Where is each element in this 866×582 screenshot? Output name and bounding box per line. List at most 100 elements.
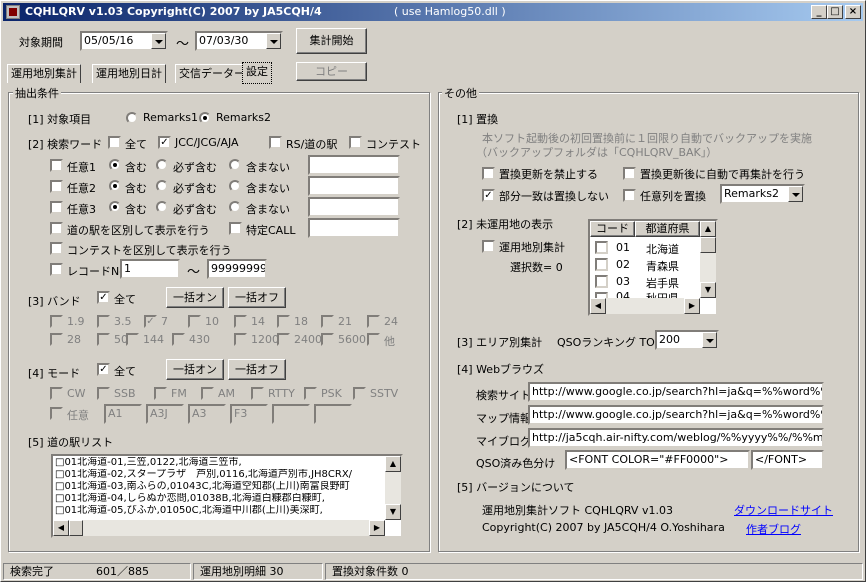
tab-qso-data[interactable]: 交信データー xyxy=(175,64,249,83)
chevron-down-icon[interactable] xyxy=(702,332,717,348)
list-item[interactable]: □01北海道-02,スタープラザ 芦別,0116,北海道芦別市,JH8CRX/ xyxy=(55,469,383,481)
row-checkbox[interactable] xyxy=(595,275,608,288)
map-info-input[interactable]: http://www.google.co.jp/search?hl=ja&q=%… xyxy=(528,405,824,425)
row-checkbox[interactable] xyxy=(595,241,608,254)
michi-sep-checkbox[interactable] xyxy=(50,222,63,235)
mode-any-input[interactable]: A3 xyxy=(188,404,226,424)
scroll-thumb[interactable] xyxy=(700,237,716,253)
font-close-input[interactable]: </FONT> xyxy=(751,450,824,470)
start-button[interactable]: 集計開始 xyxy=(296,28,367,54)
partial-checkbox[interactable]: ✓ xyxy=(482,189,495,202)
band-checkbox[interactable] xyxy=(234,333,247,346)
any1-checkbox[interactable] xyxy=(50,159,63,172)
band-checkbox[interactable] xyxy=(234,315,247,328)
scroll-down-icon[interactable]: ▼ xyxy=(385,504,401,520)
contest-sep-checkbox[interactable] xyxy=(50,242,63,255)
band-checkbox[interactable]: ✓ xyxy=(144,315,157,328)
auto-recalc-checkbox[interactable] xyxy=(623,167,636,180)
prefecture-hscrollbar[interactable]: ◀ ▶ xyxy=(590,298,700,314)
download-site-link[interactable]: ダウンロードサイト xyxy=(734,502,833,518)
mode-any-checkbox[interactable] xyxy=(50,407,63,420)
prefecture-list[interactable]: コード 都道府県 01 北海道 02 青森県 03 岩手県 04 秋田県 ▲ ▼ xyxy=(588,219,718,316)
column-select[interactable]: Remarks2 xyxy=(720,184,805,204)
band-checkbox[interactable] xyxy=(97,315,110,328)
scroll-left-icon[interactable]: ◀ xyxy=(53,520,69,536)
band-checkbox[interactable] xyxy=(321,315,334,328)
list-item[interactable]: □01北海道-05,びふか,01050C,北海道中川郡(上川)美深町, xyxy=(55,505,383,517)
scroll-right-icon[interactable]: ▶ xyxy=(684,298,700,314)
call-checkbox[interactable] xyxy=(229,222,242,235)
band-all-checkbox[interactable]: ✓ xyxy=(97,291,110,304)
date-from-select[interactable]: 05/05/16 xyxy=(80,31,168,51)
band-checkbox[interactable] xyxy=(367,333,380,346)
column-header-pref[interactable]: 都道府県 xyxy=(635,221,700,237)
mode-checkbox[interactable] xyxy=(201,387,214,400)
mode-any-input[interactable]: A1 xyxy=(104,404,142,424)
any2-include-radio[interactable] xyxy=(109,180,121,192)
list-item[interactable]: □01北海道-03,南ふらの,01043C,北海道空知郡(上川)南富良野町 xyxy=(55,481,383,493)
any1-include-radio[interactable] xyxy=(109,159,121,171)
my-blog-input[interactable]: http://ja5cqh.air-nifty.com/weblog/%%yyy… xyxy=(528,428,824,448)
record-to-input[interactable]: 99999999 xyxy=(207,259,267,279)
michi-vscrollbar[interactable]: ▲ ▼ xyxy=(385,456,401,520)
column-replace-checkbox[interactable] xyxy=(623,189,636,202)
michi-hscrollbar[interactable]: ◀ ▶ xyxy=(53,520,385,536)
scroll-left-icon[interactable]: ◀ xyxy=(590,298,606,314)
any2-must-radio[interactable] xyxy=(156,180,168,192)
mode-checkbox[interactable] xyxy=(304,387,317,400)
qso-ranking-select[interactable]: 200 xyxy=(655,330,719,350)
remarks1-radio[interactable] xyxy=(126,112,138,124)
tab-area-summary[interactable]: 運用地別集計 xyxy=(7,64,81,83)
michi-listbox[interactable]: □01北海道-01,三笠,0122,北海道三笠市, □01北海道-02,スタープ… xyxy=(51,454,403,538)
band-checkbox[interactable] xyxy=(50,333,63,346)
mode-any-input[interactable] xyxy=(272,404,310,424)
minimize-icon[interactable]: _ xyxy=(811,5,827,19)
copy-button[interactable]: コピー xyxy=(296,62,367,81)
unused-summary-checkbox[interactable] xyxy=(482,240,495,253)
mode-on-button[interactable]: 一括オン xyxy=(166,359,224,380)
record-checkbox[interactable] xyxy=(50,263,63,276)
contest-checkbox[interactable] xyxy=(349,136,362,149)
search-all-checkbox[interactable] xyxy=(108,136,121,149)
rs-checkbox[interactable] xyxy=(269,136,282,149)
band-checkbox[interactable] xyxy=(277,333,290,346)
any3-include-radio[interactable] xyxy=(109,201,121,213)
author-blog-link[interactable]: 作者ブログ xyxy=(746,521,801,537)
any2-exclude-radio[interactable] xyxy=(229,180,241,192)
record-from-input[interactable]: 1 xyxy=(120,259,180,279)
chevron-down-icon[interactable] xyxy=(266,33,281,49)
search-site-input[interactable]: http://www.google.co.jp/search?hl=ja&q=%… xyxy=(528,382,824,402)
any2-checkbox[interactable] xyxy=(50,180,63,193)
scroll-up-icon[interactable]: ▲ xyxy=(385,456,401,472)
band-checkbox[interactable] xyxy=(172,333,185,346)
title-bar[interactable]: CQHLQRV v1.03 Copyright(C) 2007 by JA5CQ… xyxy=(3,3,863,21)
scroll-down-icon[interactable]: ▼ xyxy=(700,282,716,298)
row-checkbox[interactable] xyxy=(595,258,608,271)
any3-must-radio[interactable] xyxy=(156,201,168,213)
remarks2-radio[interactable] xyxy=(199,112,211,124)
mode-all-checkbox[interactable]: ✓ xyxy=(97,363,110,376)
tab-area-daily[interactable]: 運用地別日計 xyxy=(92,64,166,83)
mode-checkbox[interactable] xyxy=(154,387,167,400)
band-off-button[interactable]: 一括オフ xyxy=(228,287,286,308)
mode-checkbox[interactable] xyxy=(353,387,366,400)
jcc-checkbox[interactable]: ✓ xyxy=(158,136,171,149)
list-item[interactable]: □01北海道-01,三笠,0122,北海道三笠市, xyxy=(55,457,383,469)
maximize-icon[interactable]: □ xyxy=(827,5,843,19)
any1-exclude-radio[interactable] xyxy=(229,159,241,171)
band-checkbox[interactable] xyxy=(50,315,63,328)
mode-any-input[interactable] xyxy=(314,404,352,424)
table-row[interactable]: 01 北海道 xyxy=(590,239,700,256)
date-to-select[interactable]: 07/03/30 xyxy=(195,31,283,51)
any1-input[interactable] xyxy=(308,155,400,175)
forbid-checkbox[interactable] xyxy=(482,167,495,180)
mode-checkbox[interactable] xyxy=(50,387,63,400)
call-input[interactable] xyxy=(308,218,400,238)
band-checkbox[interactable] xyxy=(97,333,110,346)
any3-exclude-radio[interactable] xyxy=(229,201,241,213)
mode-any-input[interactable]: A3J xyxy=(146,404,184,424)
scroll-thumb[interactable] xyxy=(69,520,83,536)
band-on-button[interactable]: 一括オン xyxy=(166,287,224,308)
list-item[interactable]: □01北海道-04,しらぬか恋問,01038B,北海道白糠郡白糠町, xyxy=(55,493,383,505)
table-row[interactable]: 02 青森県 xyxy=(590,256,700,273)
